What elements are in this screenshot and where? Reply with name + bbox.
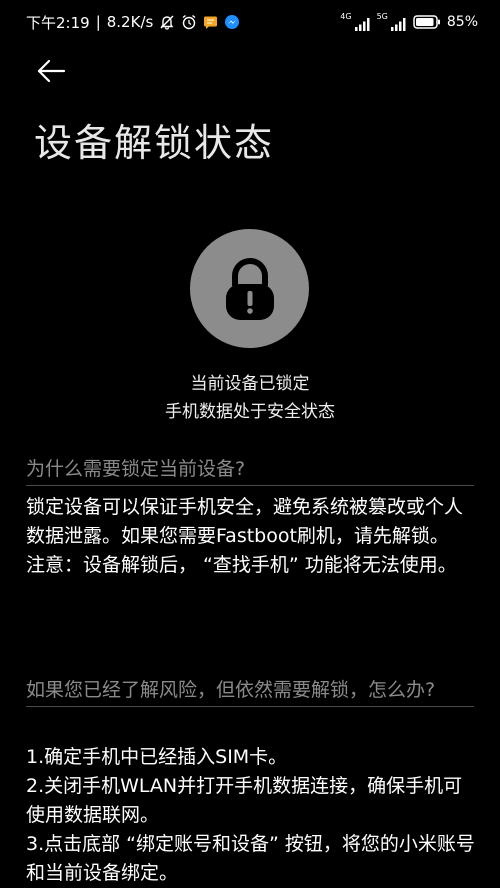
lock-status-icon [190,229,309,348]
sim2-network-label: 5G [376,12,388,21]
section-step: 2.关闭手机WLAN并打开手机数据连接，确保手机可使用数据联网。 [26,775,463,826]
section-body-why-lock: 锁定设备可以保证手机安全，避免系统被篡改或个人数据泄露。如果您需要Fastboo… [26,493,478,580]
status-bar: 下午2:19 | 8.2K/s 4G 5G 85% [0,0,500,44]
section-step: 1.确定手机中已经插入SIM卡。 [26,746,288,768]
signal-icon: 4G [340,13,370,31]
alarm-clock-icon [181,14,197,30]
section-step: 3.点击底部 “绑定账号和设备” 按钮，将您的小米账号和当前设备绑定。 [26,833,475,884]
sim1-network-label: 4G [340,12,352,21]
chat-notification-icon [203,15,218,30]
padlock-exclamation-icon [225,257,274,320]
lock-status-message: 当前设备已锁定 手机数据处于安全状态 [0,370,500,426]
status-bar-right: 4G 5G 85% [340,13,478,31]
lock-status-line1: 当前设备已锁定 [190,374,310,394]
lock-status-line2: 手机数据处于安全状态 [165,402,335,422]
section-paragraph: 注意：设备解锁后， “查找手机” 功能将无法使用。 [26,554,457,576]
clock: 下午2:19 [26,13,90,32]
section-paragraph: 锁定设备可以保证手机安全，避免系统被篡改或个人数据泄露。如果您需要Fastboo… [26,496,464,547]
network-speed: 8.2K/s [106,13,154,31]
section-body-how-unlock: 1.确定手机中已经插入SIM卡。 2.关闭手机WLAN并打开手机数据连接，确保手… [26,743,478,888]
section-heading-how-unlock: 如果您已经了解风险，但依然需要解锁，怎么办? [26,677,474,707]
arrow-left-icon [37,59,66,83]
battery-icon [413,15,441,29]
battery-percent: 85% [446,14,478,30]
back-button[interactable] [34,56,68,86]
status-bar-left: 下午2:19 | 8.2K/s [26,12,240,33]
page-title: 设备解锁状态 [34,121,275,165]
messenger-icon [224,14,240,30]
section-heading-why-lock: 为什么需要锁定当前设备? [26,456,474,486]
bell-off-icon [159,14,175,30]
status-separator: | [95,13,101,31]
signal-icon-sim2: 5G [377,13,407,31]
